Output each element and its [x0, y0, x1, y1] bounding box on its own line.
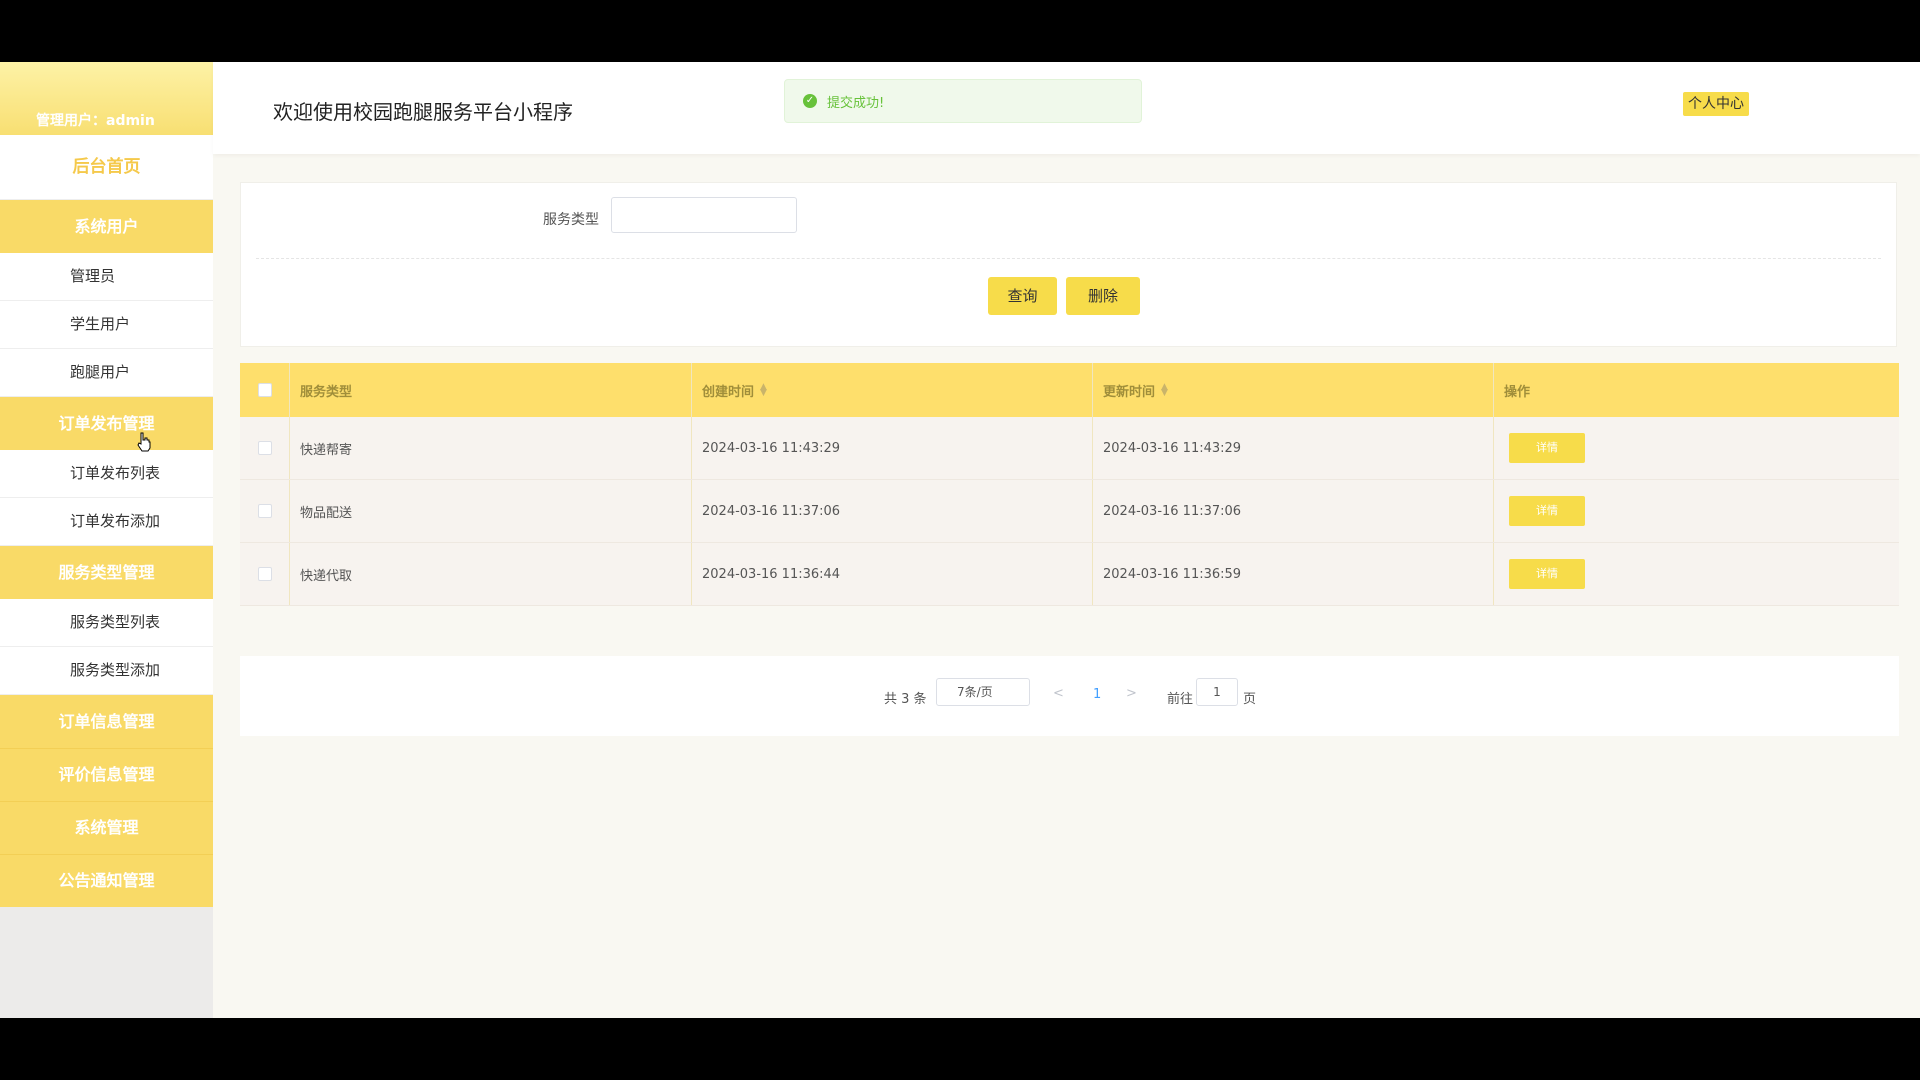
sidebar-group-review-info[interactable]: 评价信息管理 — [0, 749, 213, 802]
select-all-checkbox[interactable] — [257, 383, 272, 397]
cell-service-type: 物品配送 — [290, 480, 692, 542]
cell-created-time: 2024-03-16 11:37:06 — [692, 480, 1093, 542]
sort-caret-icon[interactable]: ▲ ▼ — [760, 383, 767, 398]
mouse-pointer-icon — [137, 432, 151, 452]
row-checkbox[interactable] — [257, 441, 272, 455]
chevron-right-icon[interactable]: > — [1126, 686, 1137, 701]
sidebar-item-service-type-add[interactable]: 服务类型添加 — [0, 647, 213, 695]
detail-button[interactable]: 详情 — [1509, 496, 1585, 526]
sidebar-group-order-publish[interactable]: 订单发布管理 — [0, 397, 213, 450]
column-created-label: 创建时间 — [702, 384, 755, 400]
toast-message: 提交成功! — [827, 95, 885, 111]
sidebar-user-label: 管理用户：admin — [0, 62, 213, 135]
sidebar-item-order-publish-list[interactable]: 订单发布列表 — [0, 450, 213, 498]
app-window: 管理用户：admin 后台首页 系统用户 管理员 学生用户 跑腿用户 订单发布管… — [0, 62, 1920, 1018]
cell-service-type: 快递代取 — [290, 543, 692, 605]
delete-button[interactable]: 删除 — [1066, 277, 1140, 315]
row-checkbox-cell — [240, 417, 290, 479]
sidebar-group-order-info[interactable]: 订单信息管理 — [0, 695, 213, 749]
search-panel: 服务类型 查询 删除 — [240, 182, 1897, 347]
service-type-input[interactable] — [611, 197, 797, 233]
row-checkbox[interactable] — [257, 567, 272, 581]
profile-button[interactable]: 个人中心 — [1683, 92, 1749, 116]
sidebar-item-service-type-list[interactable]: 服务类型列表 — [0, 599, 213, 647]
sidebar-item-runner-users[interactable]: 跑腿用户 — [0, 349, 213, 397]
goto-page-input[interactable]: 1 — [1196, 678, 1238, 706]
cell-actions: 详情 — [1494, 480, 1899, 542]
sidebar-item-order-publish-add[interactable]: 订单发布添加 — [0, 498, 213, 546]
success-toast: ✓ 提交成功! — [784, 79, 1142, 123]
row-checkbox[interactable] — [257, 504, 272, 518]
sidebar-group-notice-manage[interactable]: 公告通知管理 — [0, 855, 213, 907]
sidebar-group-service-type[interactable]: 服务类型管理 — [0, 546, 213, 599]
table-row: 快递帮寄 2024-03-16 11:43:29 2024-03-16 11:4… — [240, 417, 1899, 480]
sidebar-group-system-manage[interactable]: 系统管理 — [0, 802, 213, 855]
cell-created-time: 2024-03-16 11:36:44 — [692, 543, 1093, 605]
divider — [256, 258, 1881, 259]
column-updated-time[interactable]: 更新时间 ▲ ▼ — [1093, 363, 1494, 417]
column-actions: 操作 — [1504, 384, 1531, 400]
sort-caret-icon[interactable]: ▲ ▼ — [1161, 383, 1168, 398]
sidebar-group-system-users[interactable]: 系统用户 — [0, 200, 213, 253]
column-created-time[interactable]: 创建时间 ▲ ▼ — [692, 363, 1093, 417]
page-size-select[interactable]: 7条/页 — [936, 678, 1030, 706]
cell-updated-time: 2024-03-16 11:36:59 — [1093, 543, 1494, 605]
column-updated-label: 更新时间 — [1103, 384, 1156, 400]
page-number-1[interactable]: 1 — [1093, 687, 1101, 702]
cell-actions: 详情 — [1494, 417, 1899, 479]
cell-service-type: 快递帮寄 — [290, 417, 692, 479]
pagination-total: 共 3 条 — [884, 692, 927, 707]
table-row: 物品配送 2024-03-16 11:37:06 2024-03-16 11:3… — [240, 480, 1899, 543]
data-table: 服务类型 创建时间 ▲ ▼ 更新时间 ▲ ▼ 操作 快递帮寄 2024-03-16 … — [240, 363, 1899, 606]
query-button[interactable]: 查询 — [988, 277, 1057, 315]
page-suffix-label: 页 — [1243, 692, 1257, 707]
sidebar-item-home[interactable]: 后台首页 — [0, 135, 213, 200]
select-all-checkbox-cell — [240, 363, 290, 417]
cell-created-time: 2024-03-16 11:43:29 — [692, 417, 1093, 479]
table-header: 服务类型 创建时间 ▲ ▼ 更新时间 ▲ ▼ 操作 — [240, 363, 1899, 417]
row-checkbox-cell — [240, 480, 290, 542]
cell-updated-time: 2024-03-16 11:37:06 — [1093, 480, 1494, 542]
detail-button[interactable]: 详情 — [1509, 559, 1585, 589]
pagination: 共 3 条 7条/页 < 1 > 前往 1 页 — [240, 656, 1899, 736]
row-checkbox-cell — [240, 543, 290, 605]
sidebar: 管理用户：admin 后台首页 系统用户 管理员 学生用户 跑腿用户 订单发布管… — [0, 62, 213, 1018]
check-circle-icon: ✓ — [803, 94, 817, 108]
table-row: 快递代取 2024-03-16 11:36:44 2024-03-16 11:3… — [240, 543, 1899, 606]
service-type-label: 服务类型 — [543, 212, 599, 228]
cell-actions: 详情 — [1494, 543, 1899, 605]
goto-label: 前往 — [1167, 692, 1194, 707]
column-service-type: 服务类型 — [290, 363, 692, 417]
top-header: 欢迎使用校园跑腿服务平台小程序 ✓ 提交成功! 个人中心 — [213, 62, 1920, 154]
sidebar-item-student-users[interactable]: 学生用户 — [0, 301, 213, 349]
cell-updated-time: 2024-03-16 11:43:29 — [1093, 417, 1494, 479]
sidebar-item-admin[interactable]: 管理员 — [0, 253, 213, 301]
detail-button[interactable]: 详情 — [1509, 433, 1585, 463]
chevron-left-icon[interactable]: < — [1053, 686, 1064, 701]
page-title: 欢迎使用校园跑腿服务平台小程序 — [273, 100, 573, 124]
